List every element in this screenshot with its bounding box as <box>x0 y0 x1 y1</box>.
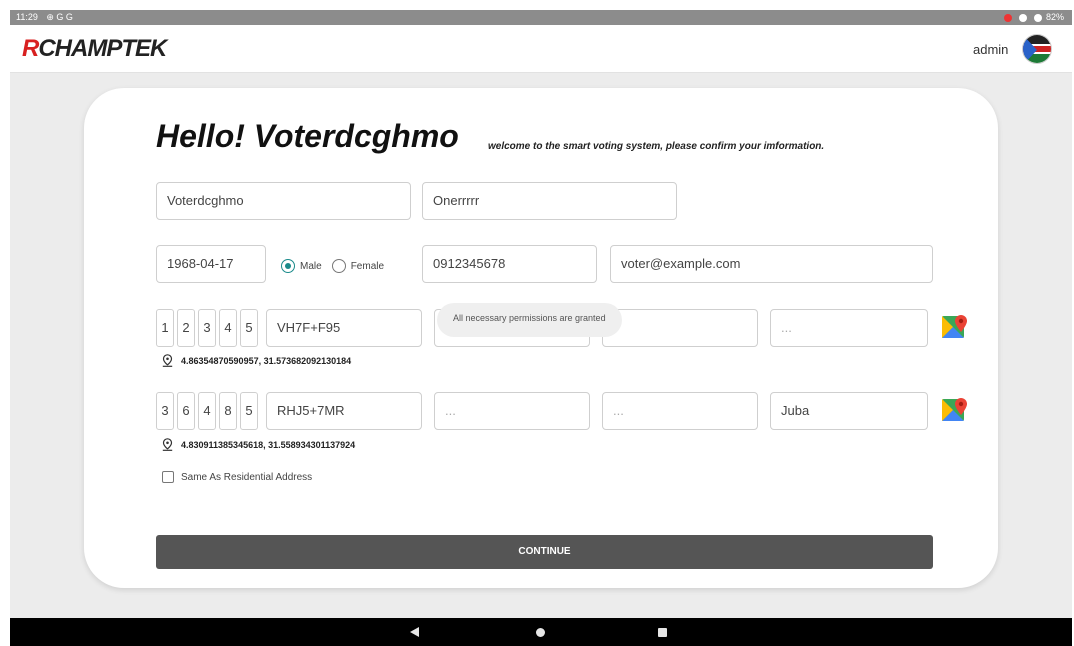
male-label: Male <box>300 260 322 272</box>
eye-icon <box>1018 13 1027 22</box>
birth-field-3[interactable]: ... <box>602 392 758 430</box>
birth-field-2[interactable]: ... <box>434 392 590 430</box>
device-screen: 11:29 ⊕ G G 82% RCHAMPTEK admin Hello! V… <box>10 10 1072 646</box>
status-time: 11:29 <box>16 12 38 22</box>
male-radio[interactable] <box>281 259 295 273</box>
greeting-title: Hello! Voterdcghmo <box>156 118 459 154</box>
same-as-residential-checkbox[interactable] <box>162 471 174 483</box>
residential-coordinates: 4.86354870590957, 31.573682092130184 <box>162 354 351 367</box>
flag-avatar-icon[interactable] <box>1022 34 1052 64</box>
residential-digit-3[interactable]: 3 <box>198 309 216 347</box>
birth-city-field[interactable]: Juba <box>770 392 928 430</box>
permissions-toast: All necessary permissions are granted <box>437 303 622 337</box>
birth-digit-2[interactable]: 6 <box>177 392 195 430</box>
phone-field[interactable]: 0912345678 <box>422 245 597 283</box>
residential-digit-5[interactable]: 5 <box>240 309 258 347</box>
same-as-residential-label: Same As Residential Address <box>181 471 313 483</box>
birth-coordinates: 4.830911385345618, 31.558934301137924 <box>162 438 355 451</box>
birth-coordinates-text: 4.830911385345618, 31.558934301137924 <box>181 439 356 450</box>
location-pin-icon <box>162 438 173 451</box>
app-bar: RCHAMPTEK admin <box>10 25 1072 73</box>
birth-date-field[interactable]: 1968-04-17 <box>156 245 266 283</box>
battery-level: 82% <box>1045 12 1064 22</box>
continue-button[interactable]: CONTINUE <box>156 535 933 569</box>
residential-field-4[interactable]: ... <box>770 309 928 347</box>
record-icon <box>1003 13 1012 22</box>
last-name-field[interactable]: Onerrrrr <box>422 182 677 220</box>
home-icon[interactable] <box>536 628 545 637</box>
birth-digit-1[interactable]: 3 <box>156 392 174 430</box>
confirm-info-card: Hello! Voterdcghmo welcome to the smart … <box>84 88 998 588</box>
location-pin-icon <box>162 354 173 367</box>
female-label: Female <box>350 260 385 272</box>
same-as-residential-row[interactable]: Same As Residential Address <box>162 471 312 483</box>
email-field[interactable]: voter@example.com <box>610 245 933 283</box>
recent-apps-icon[interactable] <box>658 628 667 637</box>
birth-digit-5[interactable]: 5 <box>240 392 258 430</box>
female-radio[interactable] <box>331 259 346 273</box>
status-app-icons: ⊕ G G <box>46 12 73 22</box>
residential-plus-code-field[interactable]: VH7F+F95 <box>266 309 422 347</box>
first-name-field[interactable]: Voterdcghmo <box>156 182 411 220</box>
status-bar: 11:29 ⊕ G G 82% <box>10 10 1072 25</box>
birth-digit-4[interactable]: 8 <box>219 392 237 430</box>
app-logo: RCHAMPTEK <box>22 35 167 62</box>
residential-map-icon[interactable] <box>941 313 969 341</box>
system-nav-bar <box>10 618 1072 646</box>
residential-digit-1[interactable]: 1 <box>156 309 174 347</box>
greeting-subtitle: welcome to the smart voting system, plea… <box>488 141 825 152</box>
birth-digit-3[interactable]: 4 <box>198 392 216 430</box>
residential-coordinates-text: 4.86354870590957, 31.573682092130184 <box>181 355 352 366</box>
birth-map-icon[interactable] <box>941 396 969 424</box>
gender-radio-group: Male Female <box>281 256 394 276</box>
birth-plus-code-field[interactable]: RHJ5+7MR <box>266 392 422 430</box>
residential-digit-2[interactable]: 2 <box>177 309 195 347</box>
residential-digit-4[interactable]: 4 <box>219 309 237 347</box>
residential-field-3[interactable] <box>602 309 758 347</box>
wifi-icon <box>1033 13 1042 22</box>
user-label[interactable]: admin <box>973 42 1008 57</box>
back-icon[interactable] <box>410 627 419 637</box>
